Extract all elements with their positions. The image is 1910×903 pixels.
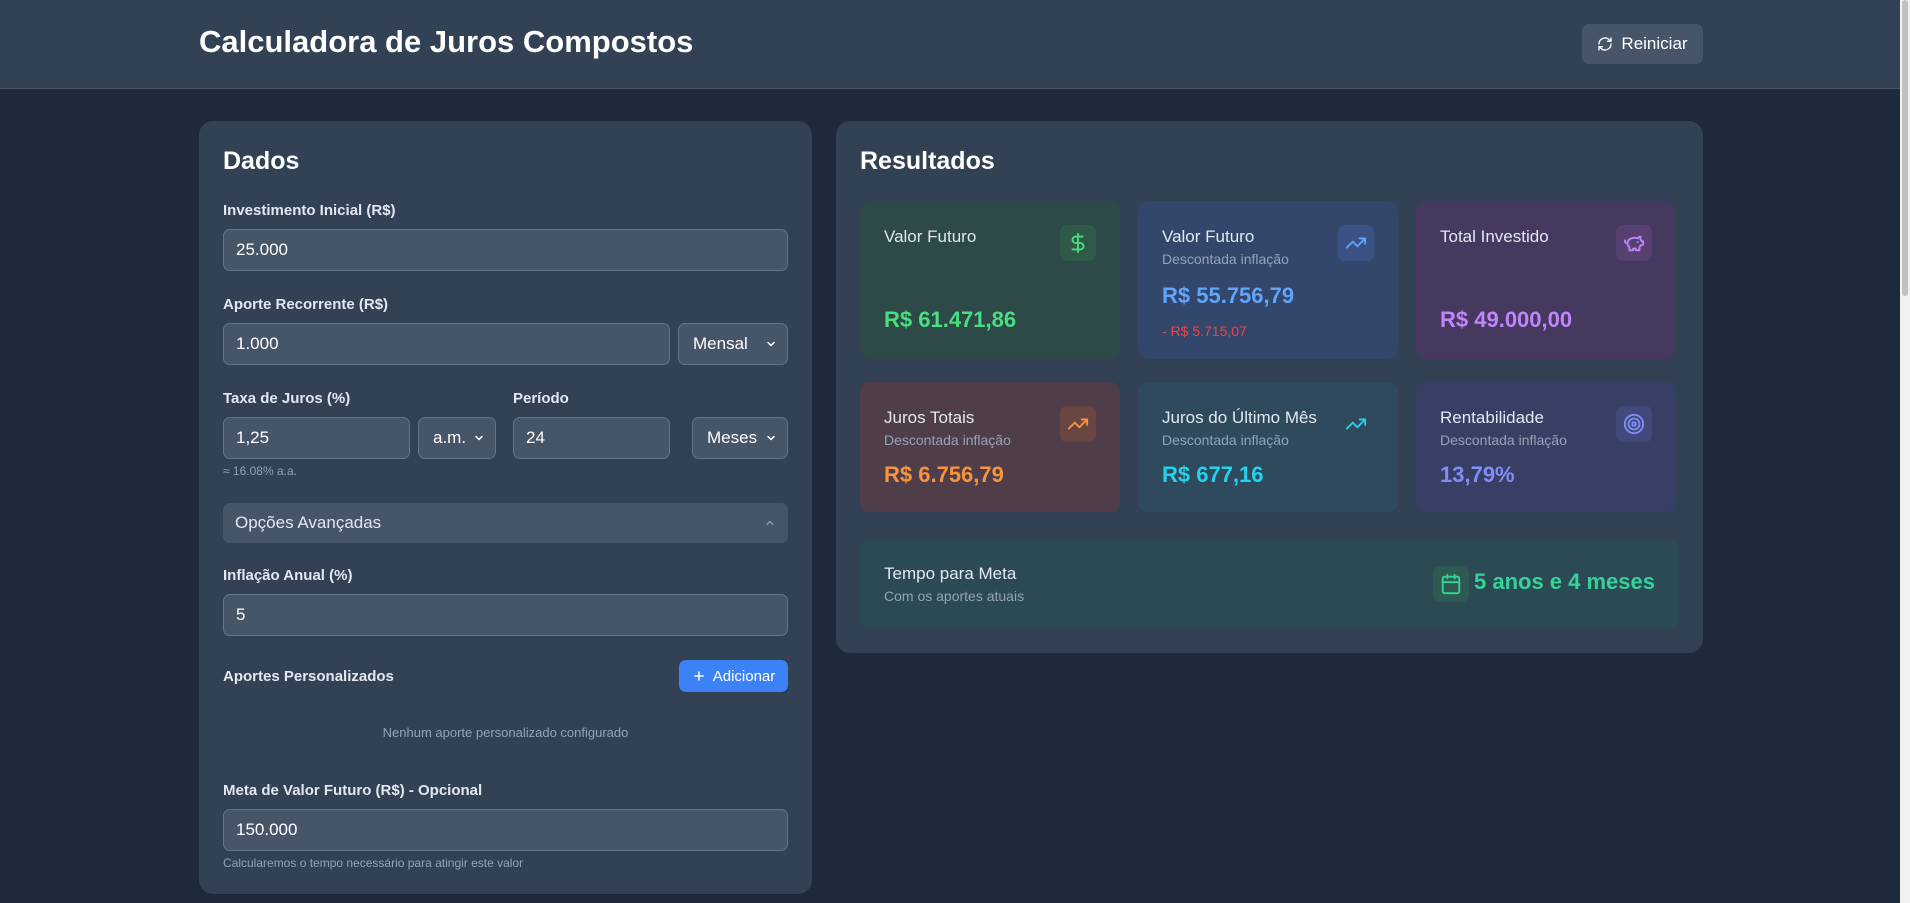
card-value: R$ 677,16 [1162, 462, 1264, 487]
advanced-options-toggle[interactable]: Opções Avançadas [223, 503, 788, 543]
results-panel: Resultados Valor Futuro R$ 61.471,86 Val… [836, 121, 1703, 653]
card-title: Valor Futuro [1162, 227, 1255, 246]
chevron-down-icon [767, 435, 775, 441]
card-value: R$ 61.471,86 [884, 307, 1017, 332]
interest-rate-input[interactable]: 1,25 [223, 417, 410, 459]
last-month-interest-card: Juros do Último Mês Descontada inflação … [1138, 382, 1398, 512]
piggy-bank-icon [1616, 225, 1652, 261]
card-subtitle: Descontada inflação [1162, 251, 1289, 267]
initial-investment-input[interactable]: 25.000 [223, 229, 788, 271]
recurring-contribution-input[interactable]: 1.000 [223, 323, 670, 365]
card-value: R$ 55.756,79 [1162, 283, 1295, 308]
advanced-options-label: Opções Avançadas [235, 513, 382, 532]
dollar-icon [1060, 225, 1096, 261]
scrollbar-thumb[interactable] [1902, 0, 1908, 296]
goal-label: Meta de Valor Futuro (R$) - Opcional [223, 782, 483, 799]
total-interest-card: Juros Totais Descontada inflação R$ 6.75… [860, 382, 1120, 512]
goal-time-card: Tempo para Meta Com os aportes atuais 5 … [860, 539, 1679, 629]
card-value: 13,79% [1440, 462, 1515, 487]
card-subtitle: Descontada inflação [1440, 432, 1567, 448]
target-icon [1616, 406, 1652, 442]
custom-contributions-empty: Nenhum aporte personalizado configurado [382, 725, 629, 740]
reset-button-label: Reiniciar [1621, 34, 1688, 53]
page-title: Calculadora de Juros Compostos [199, 24, 694, 59]
card-title: Valor Futuro [884, 227, 977, 246]
inflation-input[interactable]: 5 [223, 594, 788, 636]
results-panel-title: Resultados [860, 147, 995, 175]
card-title: Total Investido [1440, 227, 1549, 246]
app-header: Calculadora de Juros Compostos Reiniciar [0, 0, 1910, 89]
card-title: Juros do Último Mês [1162, 408, 1317, 427]
period-label: Período [513, 390, 569, 407]
interest-rate-label: Taxa de Juros (%) [223, 390, 351, 407]
card-value: R$ 6.756,79 [884, 462, 1004, 487]
inputs-panel-title: Dados [223, 147, 300, 175]
card-subtitle: Descontada inflação [884, 432, 1011, 448]
inputs-panel: Dados Investimento Inicial (R$) 25.000 A… [199, 121, 812, 894]
contribution-frequency-select[interactable]: Mensal [678, 323, 788, 365]
goal-time-title: Tempo para Meta [884, 564, 1017, 583]
total-invested-card: Total Investido R$ 49.000,00 [1416, 201, 1676, 359]
reset-button[interactable]: Reiniciar [1582, 24, 1703, 64]
annual-rate-hint: ≈ 16.08% a.a. [223, 464, 297, 478]
chevron-up-icon [766, 520, 774, 526]
goal-time-value: 5 anos e 4 meses [1473, 569, 1655, 594]
recurring-contribution-label: Aporte Recorrente (R$) [223, 296, 389, 313]
card-title: Rentabilidade [1440, 408, 1544, 427]
card-value: R$ 49.000,00 [1440, 307, 1573, 332]
add-contribution-label: Adicionar [712, 667, 776, 685]
goal-time-subtitle: Com os aportes atuais [884, 588, 1025, 604]
contribution-frequency-value: Mensal [693, 334, 748, 353]
chevron-down-icon [767, 341, 775, 347]
trending-up-icon [1338, 406, 1374, 442]
future-value-inflation-card: Valor Futuro Descontada inflação R$ 55.7… [1138, 201, 1398, 359]
inflation-label: Inflação Anual (%) [223, 567, 353, 584]
interest-rate-unit-value: a.m. [433, 428, 467, 447]
goal-hint: Calcularemos o tempo necessário para ati… [223, 856, 524, 870]
interest-rate-unit-select[interactable]: a.m. [418, 417, 496, 459]
inflation-loss: - R$ 5.715,07 [1162, 323, 1247, 339]
plus-icon [693, 671, 704, 681]
add-contribution-button[interactable]: Adicionar [679, 660, 788, 692]
trending-up-icon [1338, 225, 1374, 261]
goal-input[interactable]: 150.000 [223, 809, 788, 851]
trending-up-icon [1060, 406, 1096, 442]
initial-investment-label: Investimento Inicial (R$) [223, 202, 396, 219]
card-title: Juros Totais [884, 408, 975, 427]
custom-contributions-label: Aportes Personalizados [223, 668, 394, 685]
refresh-icon [1598, 37, 1613, 51]
period-input[interactable]: 24 [513, 417, 670, 459]
profitability-card: Rentabilidade Descontada inflação 13,79% [1416, 382, 1676, 512]
period-unit-value: Meses [707, 428, 758, 447]
calendar-icon [1433, 566, 1469, 602]
chevron-down-icon [475, 435, 483, 441]
future-value-card: Valor Futuro R$ 61.471,86 [860, 201, 1120, 359]
card-subtitle: Descontada inflação [1162, 432, 1289, 448]
period-unit-select[interactable]: Meses [692, 417, 788, 459]
